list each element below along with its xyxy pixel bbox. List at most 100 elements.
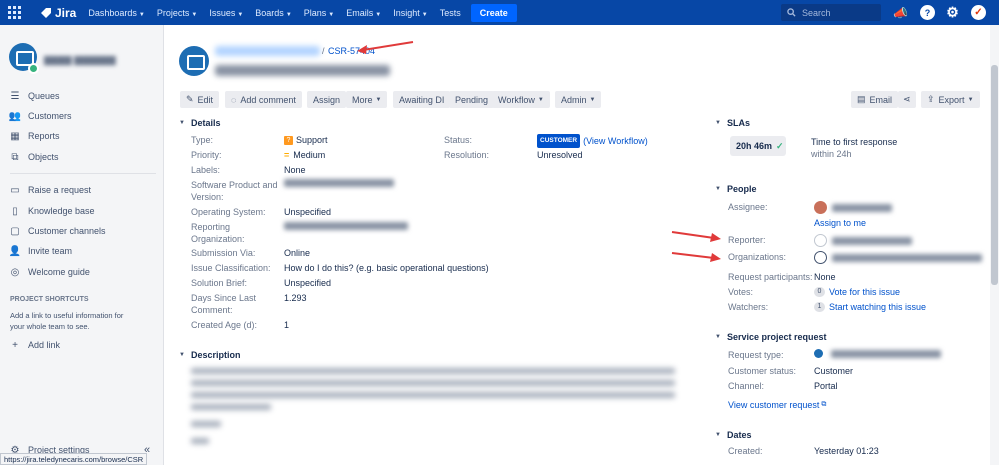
request-type-value (814, 349, 941, 358)
top-navigation-bar: Jira Dashboards ▼ Projects ▼ Issues ▼ Board… (0, 0, 999, 25)
add-comment-button[interactable]: ◌ Add comment (225, 91, 302, 108)
nav-issues[interactable]: Issues ▼ (209, 8, 243, 18)
checkmark-icon: ✓ (776, 140, 784, 151)
field-label: Priority: (191, 150, 222, 160)
sidebar-item-objects[interactable]: ⧉ Objects (10, 151, 58, 163)
project-name-redacted: ▇▇▇▇ ▇▇▇▇▇▇ (44, 55, 116, 65)
watchers-value: 1 Start watching this issue (814, 301, 926, 313)
search-input[interactable]: Search (781, 4, 881, 21)
create-button[interactable]: Create (470, 3, 517, 22)
sidebar-item-customer-channels[interactable]: ▢ Customer channels (10, 226, 105, 237)
annotation-arrow (671, 231, 721, 242)
field-label: Customer status: (728, 366, 797, 376)
email-icon: ▤ (857, 94, 866, 104)
email-button[interactable]: ▤ Email (851, 91, 899, 108)
nav-emails[interactable]: Emails ▼ (346, 8, 381, 18)
assignee-value[interactable] (814, 201, 892, 214)
export-button[interactable]: ⇪ Export ▼ (921, 91, 980, 108)
compass-icon: ◎ (10, 266, 20, 278)
organizations-value[interactable] (814, 251, 982, 264)
people-section-header[interactable]: ▼ People (715, 184, 756, 194)
created-value: Yesterday 01:23 (814, 446, 879, 456)
shortcuts-description: Add a link to useful information for you… (10, 311, 124, 331)
admin-button[interactable]: Admin ▼ (555, 91, 602, 108)
more-button[interactable]: More ▼ (346, 91, 388, 108)
description-line-redacted (191, 421, 221, 427)
sidebar-item-customers[interactable]: 👥 Customers (9, 111, 72, 122)
classification-value: How do I do this? (e.g. basic operationa… (284, 263, 489, 273)
invite-icon: 👤 (8, 245, 22, 257)
watch-link[interactable]: Start watching this issue (829, 301, 926, 313)
status-value: CUSTOMER (View Workflow) (537, 134, 648, 148)
field-label: Days Since Last Comment: (191, 293, 257, 315)
avatar[interactable]: ✓ (971, 5, 986, 20)
issue-summary-redacted (215, 65, 390, 76)
solution-value: Unspecified (284, 278, 332, 288)
objects-icon: ⧉ (11, 151, 19, 163)
project-status-icon (28, 63, 39, 74)
os-value: Unspecified (284, 207, 332, 217)
share-button[interactable]: ⋖ (898, 91, 916, 108)
nav-projects[interactable]: Projects ▼ (157, 8, 197, 18)
request-type-icon (814, 349, 823, 358)
annotation-arrow (671, 252, 721, 262)
sidebar-item-raise-request[interactable]: ▭ Raise a request (10, 185, 91, 196)
sidebar-item-knowledge-base[interactable]: ▯ Knowledge base (10, 206, 94, 217)
view-workflow-link[interactable]: (View Workflow) (583, 135, 648, 147)
browser-status-url: https://jira.teledynecaris.com/browse/CS… (0, 453, 148, 465)
export-icon: ⇪ (927, 94, 935, 104)
field-label: Created Age (d): (191, 320, 258, 330)
priority-value: = Medium (284, 150, 326, 160)
notifications-icon[interactable]: 📣 (893, 5, 908, 20)
status-badge: CUSTOMER (537, 134, 581, 148)
reporter-avatar (814, 234, 827, 247)
help-icon[interactable]: ? (920, 5, 935, 20)
awaiting-button[interactable]: Awaiting DI (393, 91, 451, 108)
description-section-header[interactable]: ▼ Description (179, 350, 240, 360)
description-line-redacted (191, 368, 675, 374)
reporter-value[interactable] (814, 234, 912, 247)
support-icon: ? (284, 135, 293, 145)
days-value: 1.293 (284, 293, 307, 303)
assign-button[interactable]: Assign (307, 91, 347, 108)
sidebar-item-queues[interactable]: ☰ Queues (10, 91, 60, 102)
project-avatar[interactable] (179, 46, 209, 76)
shortcuts-title: PROJECT SHORTCUTS (10, 296, 89, 303)
scrollbar-thumb[interactable] (991, 65, 998, 285)
jira-logo[interactable]: Jira (40, 6, 76, 20)
service-request-section-header[interactable]: ▼ Service project request (715, 332, 827, 342)
breadcrumb-project-redacted[interactable] (215, 46, 320, 56)
chevron-down-icon: ▼ (328, 11, 335, 18)
field-label: Watchers: (728, 302, 769, 312)
edit-button[interactable]: ✎ Edit (180, 91, 220, 108)
field-label: Submission Via: (191, 248, 256, 258)
view-customer-request-link[interactable]: View customer request ⧉ (728, 399, 826, 411)
vote-link[interactable]: Vote for this issue (829, 286, 900, 298)
chevron-down-icon: ▼ (421, 11, 428, 18)
app-switcher-icon[interactable] (8, 5, 22, 20)
gear-icon[interactable]: ⚙ (945, 4, 960, 20)
nav-insight[interactable]: Insight ▼ (393, 8, 427, 18)
sidebar-item-reports[interactable]: ▦ Reports (10, 131, 59, 142)
customer-status-value: Customer (814, 366, 854, 376)
chevron-down-icon: ▼ (375, 96, 382, 103)
nav-boards[interactable]: Boards ▼ (255, 8, 291, 18)
pending-button[interactable]: Pending (449, 91, 495, 108)
slas-section-header[interactable]: ▼ SLAs (715, 118, 750, 128)
created-age-value: 1 (284, 320, 290, 330)
assign-to-me-link[interactable]: Assign to me (814, 217, 866, 229)
details-section-header[interactable]: ▼ Details (179, 118, 220, 128)
nav-dashboards[interactable]: Dashboards ▼ (88, 8, 144, 18)
sidebar-item-welcome-guide[interactable]: ◎ Welcome guide (10, 266, 90, 278)
sla-timer-badge: 20h 46m ✓ (730, 136, 786, 156)
organization-icon (814, 251, 827, 264)
workflow-button[interactable]: Workflow ▼ (492, 91, 550, 108)
project-sidebar: ▇▇▇▇ ▇▇▇▇▇▇ ☰ Queues 👥 Customers ▦ Reports … (0, 25, 164, 465)
sidebar-item-invite-team[interactable]: 👤 Invite team (8, 245, 72, 257)
page-scrollbar[interactable] (990, 25, 999, 465)
add-link-button[interactable]: + Add link (10, 340, 60, 351)
dates-section-header[interactable]: ▼ Dates (715, 430, 751, 440)
nav-plans[interactable]: Plans ▼ (304, 8, 334, 18)
field-label: Issue Classification: (191, 263, 271, 273)
nav-tests[interactable]: Tests (440, 8, 461, 18)
